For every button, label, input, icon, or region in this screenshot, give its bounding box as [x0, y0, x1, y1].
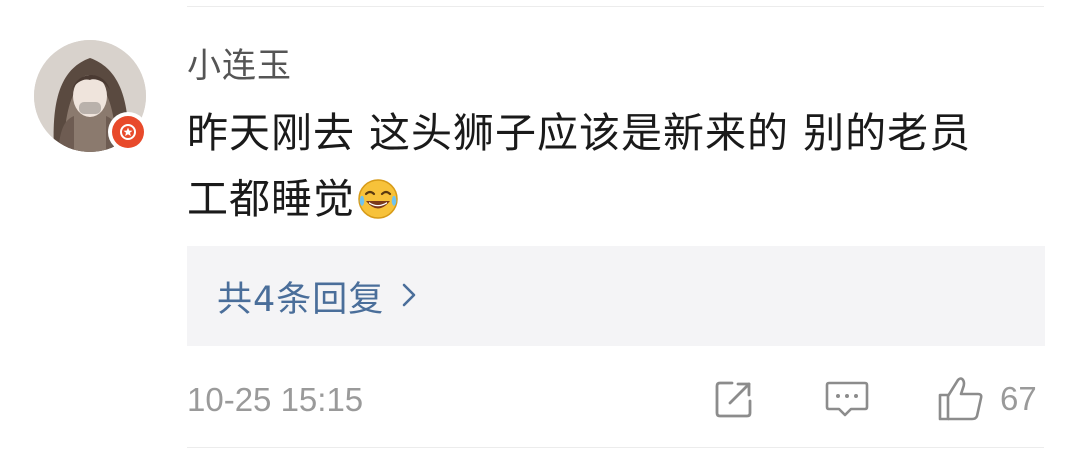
top-divider — [187, 6, 1044, 7]
share-button[interactable] — [712, 374, 756, 424]
share-icon — [715, 381, 752, 418]
comment-username[interactable]: 小连玉 — [187, 44, 292, 88]
replies-box: 共4条回复 — [187, 246, 1045, 346]
like-button[interactable]: 67 — [936, 374, 1037, 424]
bottom-divider — [187, 447, 1044, 448]
verified-badge — [108, 112, 148, 152]
chevron-right-icon — [402, 276, 416, 316]
comment-text-line-2-label: 工都睡觉 — [187, 175, 355, 223]
comment-icon — [825, 381, 869, 417]
comment-text: 昨天刚去 这头狮子应该是新来的 别的老员 工都睡觉 — [187, 100, 1047, 232]
view-replies-link[interactable]: 共4条回复 — [217, 274, 416, 320]
like-count: 67 — [1000, 380, 1037, 417]
verified-star-icon — [120, 124, 136, 140]
comment-text-line-2: 工都睡觉 — [187, 166, 1047, 232]
comment-text-line-1: 昨天刚去 这头狮子应该是新来的 别的老员 — [187, 109, 972, 157]
thumbs-up-icon — [938, 377, 983, 421]
view-replies-label: 共4条回复 — [217, 279, 385, 320]
reply-button[interactable] — [823, 374, 871, 424]
laughing-crying-emoji-icon — [358, 179, 398, 219]
comment-timestamp: 10-25 15:15 — [187, 381, 364, 418]
